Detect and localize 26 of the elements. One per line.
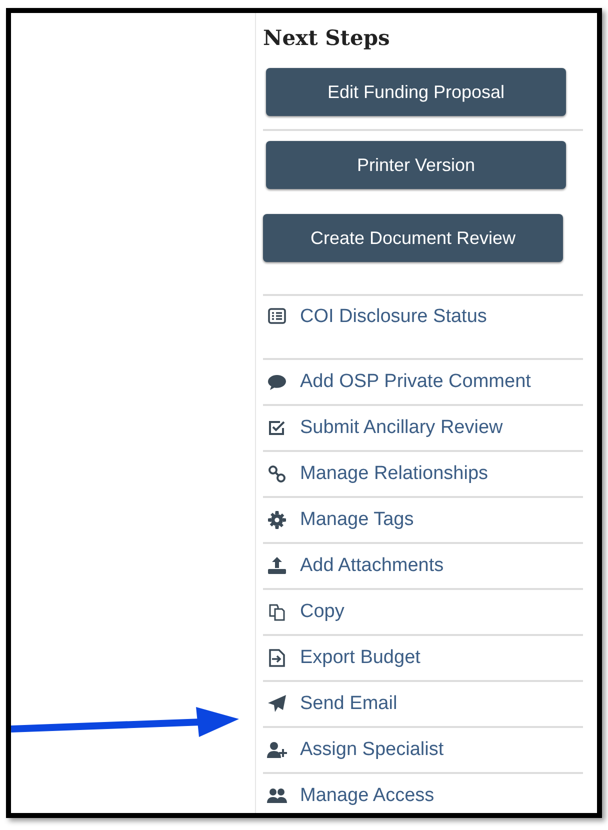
- action-link[interactable]: Submit Ancillary Review: [300, 417, 503, 439]
- user-plus-icon: [267, 740, 287, 760]
- action-link[interactable]: Add Attachments: [300, 555, 444, 577]
- action-button[interactable]: Edit Funding Proposal: [266, 68, 566, 116]
- action-link[interactable]: Copy: [300, 601, 344, 623]
- action-link[interactable]: Manage Tags: [300, 509, 414, 531]
- copy-icon: [267, 602, 287, 622]
- action-link[interactable]: Export Budget: [300, 647, 420, 669]
- upload-icon: [267, 556, 287, 576]
- link-icon: [267, 464, 287, 484]
- users-icon: [267, 786, 287, 806]
- list-icon: [267, 306, 287, 326]
- action-link[interactable]: Assign Specialist: [300, 739, 444, 761]
- file-arrow-icon: [267, 648, 287, 668]
- action-link[interactable]: Manage Relationships: [300, 463, 488, 485]
- action-link[interactable]: Manage Access: [300, 785, 434, 807]
- action-button[interactable]: Printer Version: [266, 141, 566, 189]
- action-button[interactable]: Create Document Review: [263, 214, 563, 262]
- gear-icon: [267, 510, 287, 530]
- action-link[interactable]: Send Email: [300, 693, 398, 715]
- checkbox-icon: [267, 418, 287, 438]
- action-link[interactable]: COI Disclosure Status: [300, 306, 487, 328]
- speech-bubble-icon: [267, 372, 287, 392]
- panel-title: Next Steps: [263, 25, 391, 50]
- paper-plane-icon: [267, 694, 287, 714]
- action-link[interactable]: Add OSP Private Comment: [300, 371, 531, 393]
